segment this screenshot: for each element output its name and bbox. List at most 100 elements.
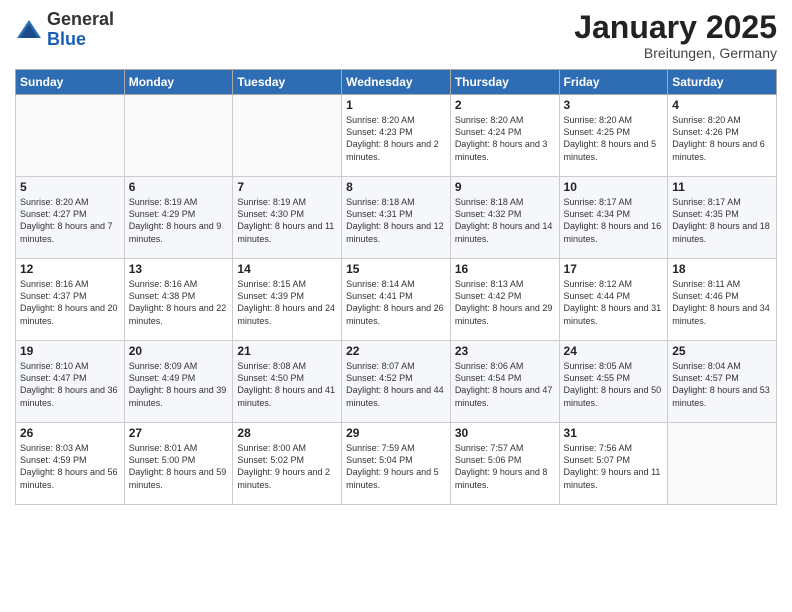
- calendar-cell: 26 Sunrise: 8:03 AM Sunset: 4:59 PM Dayli…: [16, 423, 125, 505]
- calendar-cell: 7Sunrise: 8:19 AM Sunset: 4:30 PM Daylig…: [233, 177, 342, 259]
- day-info: Sunrise: 8:16 AM Sunset: 4:37 PM Dayligh…: [20, 278, 120, 327]
- day-info: Sunrise: 7:59 AM Sunset: 5:04 PM Dayligh…: [346, 442, 446, 491]
- day-number: 2: [455, 98, 555, 112]
- col-thursday: Thursday: [450, 70, 559, 95]
- day-info: Sunrise: 8:04 AM Sunset: 4:57 PM Dayligh…: [672, 360, 772, 409]
- calendar-cell: 2 Sunrise: 8:20 AM Sunset: 4:24 PM Daylig…: [450, 95, 559, 177]
- day-number: 14: [237, 262, 337, 276]
- day-info: Sunrise: 8:20 AM Sunset: 4:24 PM Dayligh…: [455, 114, 555, 163]
- logo-icon: [15, 16, 43, 44]
- logo-general: General: [47, 9, 114, 29]
- day-info: Sunrise: 8:13 AM Sunset: 4:42 PM Dayligh…: [455, 278, 555, 327]
- col-monday: Monday: [124, 70, 233, 95]
- day-number: 7: [237, 180, 337, 194]
- calendar-week-5: 26 Sunrise: 8:03 AM Sunset: 4:59 PM Dayli…: [16, 423, 777, 505]
- day-info: Sunrise: 8:15 AM Sunset: 4:39 PM Dayligh…: [237, 278, 337, 327]
- day-number: 11: [672, 180, 772, 194]
- logo-blue: Blue: [47, 29, 86, 49]
- day-info: Sunrise: 8:08 AM Sunset: 4:50 PM Dayligh…: [237, 360, 337, 409]
- day-info: Sunrise: 8:09 AM Sunset: 4:49 PM Dayligh…: [129, 360, 229, 409]
- day-number: 29: [346, 426, 446, 440]
- logo: General Blue: [15, 10, 114, 50]
- calendar-cell: 23 Sunrise: 8:06 AM Sunset: 4:54 PM Dayli…: [450, 341, 559, 423]
- calendar-cell: 6Sunrise: 8:19 AM Sunset: 4:29 PM Daylig…: [124, 177, 233, 259]
- day-number: 24: [564, 344, 664, 358]
- calendar-cell: 30Sunrise: 7:57 AM Sunset: 5:06 PM Dayli…: [450, 423, 559, 505]
- logo-text: General Blue: [47, 10, 114, 50]
- day-number: 6: [129, 180, 229, 194]
- day-number: 8: [346, 180, 446, 194]
- calendar-week-2: 5Sunrise: 8:20 AM Sunset: 4:27 PM Daylig…: [16, 177, 777, 259]
- day-info: Sunrise: 8:20 AM Sunset: 4:26 PM Dayligh…: [672, 114, 772, 163]
- day-number: 21: [237, 344, 337, 358]
- col-wednesday: Wednesday: [342, 70, 451, 95]
- day-number: 27: [129, 426, 229, 440]
- day-number: 16: [455, 262, 555, 276]
- day-number: 1: [346, 98, 446, 112]
- day-number: 20: [129, 344, 229, 358]
- day-number: 15: [346, 262, 446, 276]
- day-info: Sunrise: 8:11 AM Sunset: 4:46 PM Dayligh…: [672, 278, 772, 327]
- day-info: Sunrise: 8:17 AM Sunset: 4:34 PM Dayligh…: [564, 196, 664, 245]
- calendar-cell: 15 Sunrise: 8:14 AM Sunset: 4:41 PM Dayli…: [342, 259, 451, 341]
- day-number: 18: [672, 262, 772, 276]
- day-info: Sunrise: 8:00 AM Sunset: 5:02 PM Dayligh…: [237, 442, 337, 491]
- day-number: 26: [20, 426, 120, 440]
- calendar-cell: 16 Sunrise: 8:13 AM Sunset: 4:42 PM Dayli…: [450, 259, 559, 341]
- day-number: 31: [564, 426, 664, 440]
- calendar-cell: 11 Sunrise: 8:17 AM Sunset: 4:35 PM Dayli…: [668, 177, 777, 259]
- day-info: Sunrise: 8:18 AM Sunset: 4:31 PM Dayligh…: [346, 196, 446, 245]
- calendar-cell: 3 Sunrise: 8:20 AM Sunset: 4:25 PM Daylig…: [559, 95, 668, 177]
- col-friday: Friday: [559, 70, 668, 95]
- day-info: Sunrise: 8:12 AM Sunset: 4:44 PM Dayligh…: [564, 278, 664, 327]
- day-info: Sunrise: 8:05 AM Sunset: 4:55 PM Dayligh…: [564, 360, 664, 409]
- calendar-cell: 25 Sunrise: 8:04 AM Sunset: 4:57 PM Dayli…: [668, 341, 777, 423]
- day-info: Sunrise: 8:14 AM Sunset: 4:41 PM Dayligh…: [346, 278, 446, 327]
- location: Breitungen, Germany: [574, 45, 777, 61]
- day-info: Sunrise: 8:20 AM Sunset: 4:23 PM Dayligh…: [346, 114, 446, 163]
- day-info: Sunrise: 8:03 AM Sunset: 4:59 PM Dayligh…: [20, 442, 120, 491]
- day-info: Sunrise: 8:20 AM Sunset: 4:25 PM Dayligh…: [564, 114, 664, 163]
- calendar-cell: [233, 95, 342, 177]
- day-info: Sunrise: 7:56 AM Sunset: 5:07 PM Dayligh…: [564, 442, 664, 491]
- day-number: 13: [129, 262, 229, 276]
- page-header: General Blue January 2025 Breitungen, Ge…: [15, 10, 777, 61]
- day-number: 19: [20, 344, 120, 358]
- day-number: 3: [564, 98, 664, 112]
- calendar-cell: 4 Sunrise: 8:20 AM Sunset: 4:26 PM Daylig…: [668, 95, 777, 177]
- calendar-cell: 31 Sunrise: 7:56 AM Sunset: 5:07 PM Dayli…: [559, 423, 668, 505]
- calendar-cell: 28Sunrise: 8:00 AM Sunset: 5:02 PM Dayli…: [233, 423, 342, 505]
- calendar-cell: [16, 95, 125, 177]
- day-number: 22: [346, 344, 446, 358]
- calendar-cell: 12Sunrise: 8:16 AM Sunset: 4:37 PM Dayli…: [16, 259, 125, 341]
- day-number: 25: [672, 344, 772, 358]
- col-tuesday: Tuesday: [233, 70, 342, 95]
- calendar-cell: 29 Sunrise: 7:59 AM Sunset: 5:04 PM Dayli…: [342, 423, 451, 505]
- calendar-cell: 19 Sunrise: 8:10 AM Sunset: 4:47 PM Dayli…: [16, 341, 125, 423]
- day-info: Sunrise: 8:17 AM Sunset: 4:35 PM Dayligh…: [672, 196, 772, 245]
- title-block: January 2025 Breitungen, Germany: [574, 10, 777, 61]
- calendar-cell: 5Sunrise: 8:20 AM Sunset: 4:27 PM Daylig…: [16, 177, 125, 259]
- day-number: 5: [20, 180, 120, 194]
- calendar-cell: 27Sunrise: 8:01 AM Sunset: 5:00 PM Dayli…: [124, 423, 233, 505]
- calendar-cell: [668, 423, 777, 505]
- calendar-cell: 13Sunrise: 8:16 AM Sunset: 4:38 PM Dayli…: [124, 259, 233, 341]
- day-info: Sunrise: 8:07 AM Sunset: 4:52 PM Dayligh…: [346, 360, 446, 409]
- day-info: Sunrise: 8:18 AM Sunset: 4:32 PM Dayligh…: [455, 196, 555, 245]
- day-info: Sunrise: 7:57 AM Sunset: 5:06 PM Dayligh…: [455, 442, 555, 491]
- calendar-cell: 18 Sunrise: 8:11 AM Sunset: 4:46 PM Dayli…: [668, 259, 777, 341]
- calendar-header-row: Sunday Monday Tuesday Wednesday Thursday…: [16, 70, 777, 95]
- calendar-cell: 14 Sunrise: 8:15 AM Sunset: 4:39 PM Dayli…: [233, 259, 342, 341]
- calendar-week-3: 12Sunrise: 8:16 AM Sunset: 4:37 PM Dayli…: [16, 259, 777, 341]
- calendar-cell: 10 Sunrise: 8:17 AM Sunset: 4:34 PM Dayli…: [559, 177, 668, 259]
- day-number: 10: [564, 180, 664, 194]
- col-saturday: Saturday: [668, 70, 777, 95]
- col-sunday: Sunday: [16, 70, 125, 95]
- day-info: Sunrise: 8:10 AM Sunset: 4:47 PM Dayligh…: [20, 360, 120, 409]
- calendar-cell: 21 Sunrise: 8:08 AM Sunset: 4:50 PM Dayli…: [233, 341, 342, 423]
- day-number: 4: [672, 98, 772, 112]
- calendar: Sunday Monday Tuesday Wednesday Thursday…: [15, 69, 777, 505]
- day-number: 23: [455, 344, 555, 358]
- day-number: 9: [455, 180, 555, 194]
- day-info: Sunrise: 8:06 AM Sunset: 4:54 PM Dayligh…: [455, 360, 555, 409]
